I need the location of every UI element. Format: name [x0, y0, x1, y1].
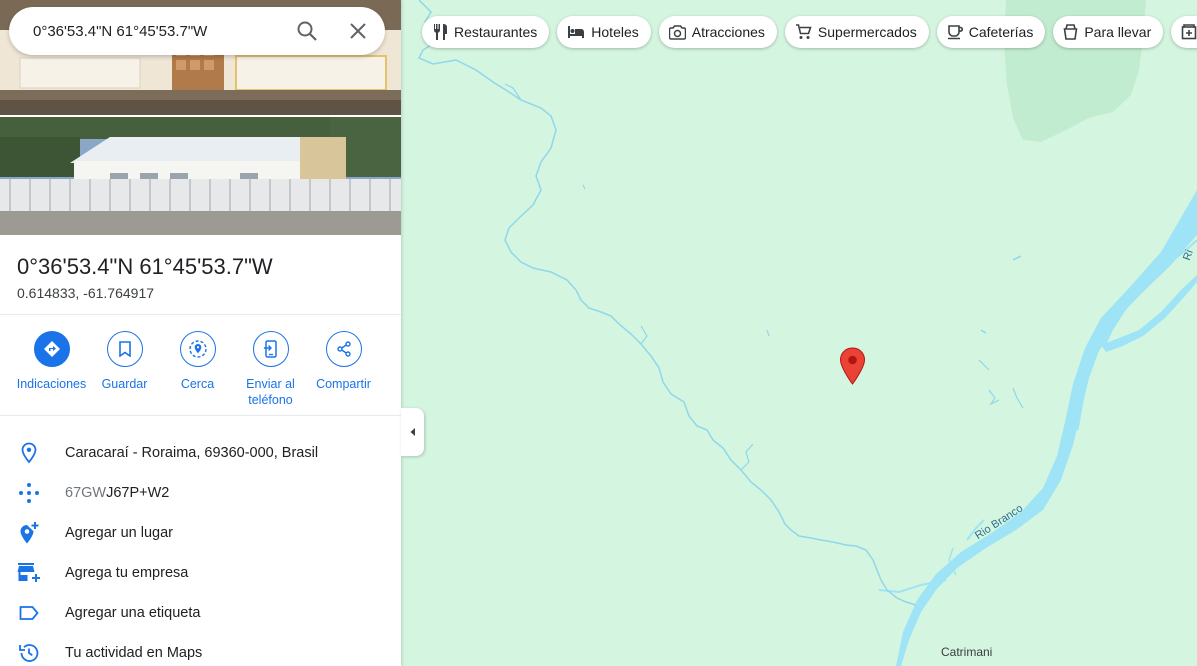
send-to-phone-icon	[252, 331, 289, 367]
add-place-row[interactable]: Agregar un lugar	[0, 513, 401, 553]
chip-label: Para llevar	[1084, 24, 1152, 40]
bookmark-icon	[106, 331, 143, 367]
chip-cafes[interactable]: Cafeterías	[936, 16, 1046, 48]
add-label-text: Agregar una etiqueta	[65, 605, 201, 621]
directions-button[interactable]: Indicaciones	[15, 331, 88, 415]
chip-hotels[interactable]: Hoteles	[557, 16, 651, 48]
plus-code-value: J67P+W2	[106, 485, 170, 501]
decimal-coordinates: 0.614833, -61.764917	[17, 285, 155, 301]
camera-icon	[668, 24, 686, 40]
category-chips: Restaurantes Hoteles Atracciones Superme…	[422, 16, 1197, 48]
nearby-icon	[179, 331, 216, 367]
info-list: Caracaraí - Roraima, 69360-000, Brasil 6…	[0, 416, 401, 666]
save-label: Guardar	[101, 377, 148, 391]
activity-row[interactable]: Tu actividad en Maps	[0, 633, 401, 666]
share-button[interactable]: Compartir	[307, 331, 380, 415]
nearby-button[interactable]: Cerca	[161, 331, 234, 415]
nearby-label: Cerca	[180, 377, 215, 391]
directions-icon	[33, 331, 70, 367]
building-photo-bottom[interactable]	[0, 117, 401, 235]
plus-code-icon	[17, 481, 41, 505]
place-photos[interactable]	[0, 0, 401, 235]
search-input[interactable]	[33, 22, 283, 40]
add-location-icon	[17, 521, 41, 545]
search-box	[9, 7, 385, 55]
add-business-row[interactable]: Agrega tu empresa	[0, 553, 401, 593]
page-title: 0°36'53.4"N 61°45'53.7"W	[17, 254, 273, 279]
address-text: Caracaraí - Roraima, 69360-000, Brasil	[65, 445, 319, 461]
send-to-phone-label: Enviar al teléfono	[246, 377, 295, 407]
action-bar: Indicaciones Guardar Cerca Enviar al tel…	[0, 315, 401, 416]
plus-code-prefix: 67GW	[65, 485, 107, 501]
caret-left-icon	[410, 428, 415, 436]
hotel-icon	[568, 26, 585, 38]
close-icon[interactable]	[346, 19, 370, 43]
add-business-icon	[17, 561, 41, 585]
save-button[interactable]: Guardar	[88, 331, 161, 415]
label-icon	[17, 601, 41, 625]
pharmacy-icon	[1181, 24, 1197, 40]
share-icon	[325, 331, 362, 367]
takeout-icon	[1063, 24, 1078, 40]
chip-label: Restaurantes	[454, 24, 538, 40]
map-canvas[interactable]: Rio Branco Ri Catrimani	[401, 0, 1197, 666]
collapse-panel-button[interactable]	[401, 408, 424, 456]
directions-label: Indicaciones	[16, 377, 87, 391]
chip-takeout[interactable]: Para llevar	[1053, 16, 1164, 48]
add-business-text: Agrega tu empresa	[65, 565, 189, 581]
chip-attractions[interactable]: Atracciones	[658, 16, 777, 48]
share-label: Compartir	[316, 377, 371, 391]
history-icon	[17, 641, 41, 665]
plus-code-text: 67GWJ67P+W2	[65, 485, 169, 501]
cart-icon	[795, 24, 812, 39]
chip-restaurants[interactable]: Restaurantes	[422, 16, 550, 48]
town-label[interactable]: Catrimani	[941, 645, 992, 659]
map-terrain	[417, 0, 1197, 666]
chip-label: Hoteles	[591, 24, 639, 40]
add-place-text: Agregar un lugar	[65, 525, 174, 541]
restaurant-icon	[434, 24, 447, 40]
search-icon[interactable]	[295, 19, 319, 43]
coffee-icon	[947, 25, 963, 40]
chip-supermarkets[interactable]: Supermercados	[784, 16, 929, 48]
chip-label: Cafeterías	[968, 24, 1034, 40]
location-pin-icon[interactable]	[839, 347, 866, 390]
place-panel: 0°36'53.4"N 61°45'53.7"W 0.614833, -61.7…	[0, 0, 401, 666]
address-row[interactable]: Caracaraí - Roraima, 69360-000, Brasil	[0, 433, 401, 473]
send-to-phone-button[interactable]: Enviar al teléfono	[234, 331, 307, 415]
location-pin-outline-icon	[17, 441, 41, 465]
plus-code-row[interactable]: 67GWJ67P+W2	[0, 473, 401, 513]
chip-pharmacies[interactable]: F	[1171, 16, 1197, 48]
activity-text: Tu actividad en Maps	[65, 645, 203, 661]
place-header: 0°36'53.4"N 61°45'53.7"W 0.614833, -61.7…	[0, 235, 401, 315]
chip-label: Supermercados	[817, 24, 917, 40]
add-label-row[interactable]: Agregar una etiqueta	[0, 593, 401, 633]
chip-label: Atracciones	[691, 24, 765, 40]
